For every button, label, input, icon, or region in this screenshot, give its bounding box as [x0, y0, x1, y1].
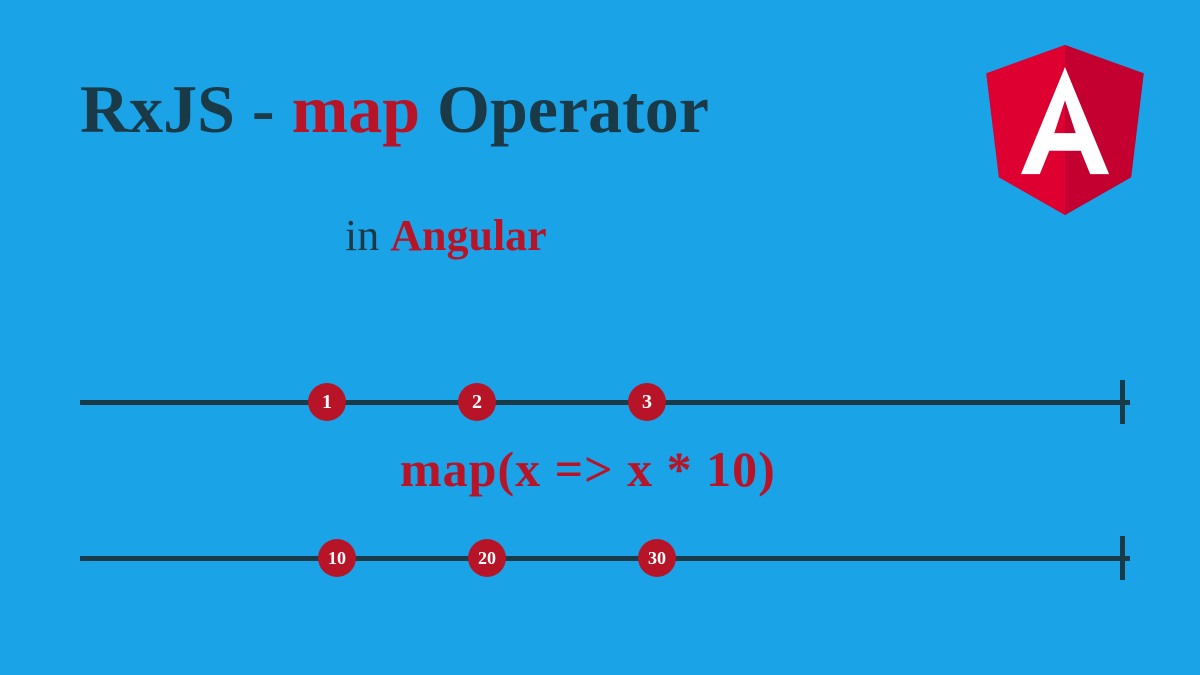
- subtitle-framework: Angular: [390, 211, 546, 260]
- subtitle: in Angular: [345, 210, 547, 261]
- title-operator: map: [292, 71, 420, 147]
- input-marble: 3: [628, 383, 666, 421]
- angular-logo-icon: [985, 45, 1145, 215]
- input-timeline: 1 2 3: [80, 400, 1130, 405]
- output-marble: 20: [468, 539, 506, 577]
- title-prefix: RxJS -: [80, 71, 292, 147]
- output-marble: 30: [638, 539, 676, 577]
- subtitle-prefix: in: [345, 211, 390, 260]
- title-suffix: Operator: [420, 71, 709, 147]
- output-marble: 10: [318, 539, 356, 577]
- timeline-end-marker: [1120, 536, 1125, 580]
- main-title: RxJS - map Operator: [80, 70, 709, 149]
- timeline-end-marker: [1120, 380, 1125, 424]
- input-marble: 1: [308, 383, 346, 421]
- output-timeline: 10 20 30: [80, 556, 1130, 561]
- input-marble: 2: [458, 383, 496, 421]
- operator-expression: map(x => x * 10): [400, 440, 776, 498]
